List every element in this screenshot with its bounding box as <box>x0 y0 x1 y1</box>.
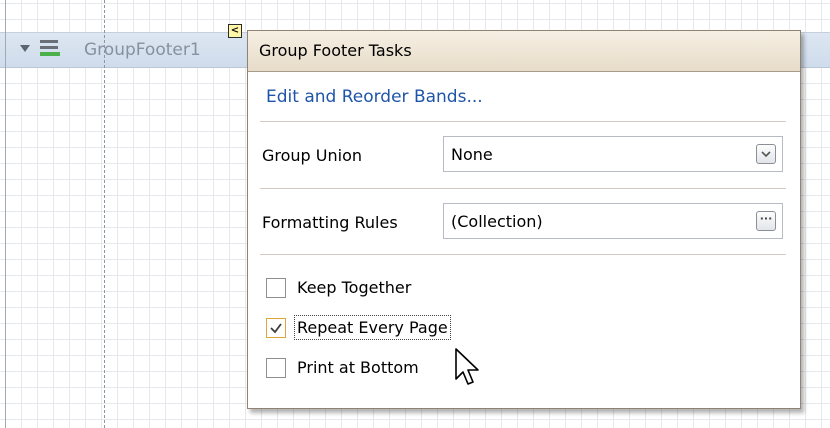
formatting-rules-label: Formatting Rules <box>262 213 398 232</box>
dropdown-chevron-icon[interactable] <box>756 144 776 164</box>
separator <box>260 188 786 189</box>
print-at-bottom-label[interactable]: Print at Bottom <box>297 358 419 377</box>
group-union-dropdown[interactable]: None <box>443 136 783 172</box>
keep-together-label[interactable]: Keep Together <box>297 278 411 297</box>
mouse-pointer-icon <box>455 348 479 385</box>
formatting-rules-field[interactable]: (Collection) ··· <box>443 203 783 239</box>
repeat-every-page-checkbox[interactable] <box>266 318 286 338</box>
edit-reorder-bands-link[interactable]: Edit and Reorder Bands... <box>266 87 483 107</box>
separator <box>260 254 786 255</box>
keep-together-checkbox[interactable] <box>266 278 286 298</box>
panel-header: Group Footer Tasks <box>248 31 800 72</box>
print-at-bottom-checkbox[interactable] <box>266 358 286 378</box>
designer-surface-top <box>0 0 830 32</box>
triangle-down-icon[interactable] <box>20 45 30 52</box>
group-footer-tasks-panel: Group Footer Tasks Edit and Reorder Band… <box>247 30 801 409</box>
checkmark-icon <box>270 323 282 334</box>
group-footer-band-icon <box>40 40 60 58</box>
collapse-arrow-icon: < <box>230 25 240 36</box>
repeat-every-page-label[interactable]: Repeat Every Page <box>294 315 451 340</box>
separator <box>260 121 786 122</box>
formatting-rules-value: (Collection) <box>451 212 543 231</box>
group-union-value: None <box>451 145 493 164</box>
column-guide-line <box>104 0 105 428</box>
smart-tag-button[interactable]: < <box>228 24 242 38</box>
group-union-label: Group Union <box>262 146 363 165</box>
ellipsis-icon[interactable]: ··· <box>756 211 776 231</box>
panel-title: Group Footer Tasks <box>259 41 412 60</box>
left-margin-line <box>5 0 6 428</box>
band-name: GroupFooter1 <box>84 40 201 60</box>
